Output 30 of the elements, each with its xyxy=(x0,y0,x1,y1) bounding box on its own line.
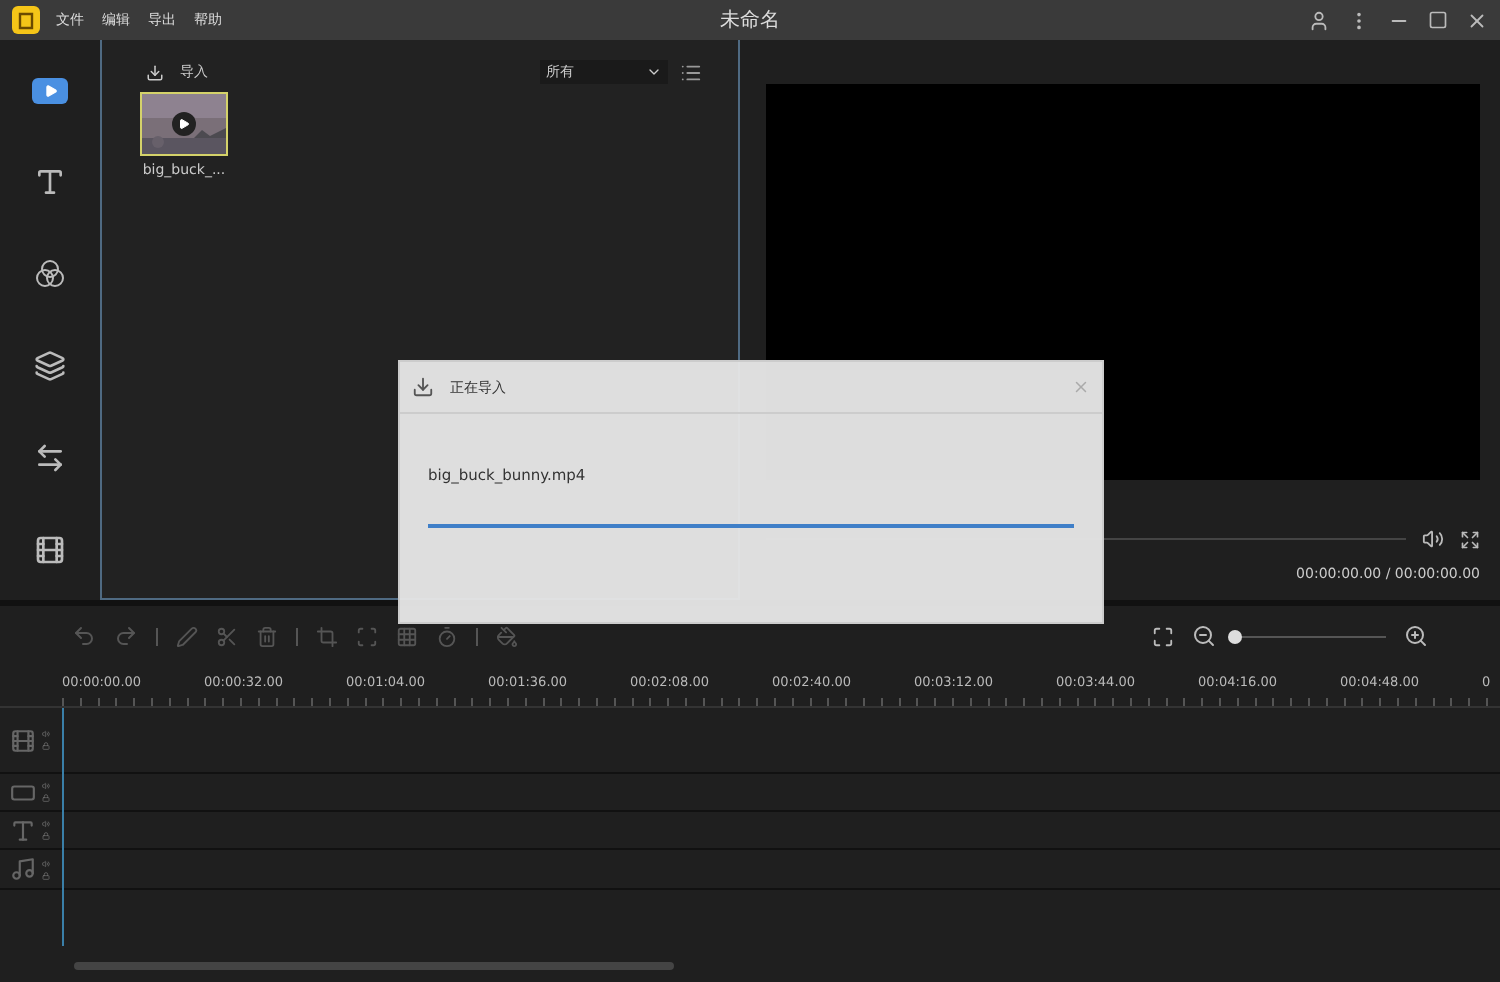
film-icon xyxy=(34,534,66,566)
media-thumbnail[interactable] xyxy=(140,92,228,156)
zoom-in-icon[interactable] xyxy=(1404,624,1428,648)
zoom-out-icon[interactable] xyxy=(1192,624,1216,648)
maximize-icon[interactable] xyxy=(1428,9,1448,29)
lock-icon[interactable] xyxy=(42,871,50,879)
window-title: 未命名 xyxy=(720,7,780,34)
app-logo xyxy=(12,6,40,34)
fit-icon[interactable] xyxy=(1152,625,1174,647)
lock-icon[interactable] xyxy=(42,832,50,840)
arrows-icon xyxy=(34,442,66,474)
layers-icon xyxy=(34,350,66,382)
chevron-icon xyxy=(646,64,662,80)
circles-icon xyxy=(34,258,66,290)
fullscreen-icon[interactable] xyxy=(1460,529,1480,549)
text-icon xyxy=(10,817,36,843)
play-icon xyxy=(32,77,68,103)
layer-icon xyxy=(10,779,36,805)
lock-icon[interactable] xyxy=(42,794,50,802)
volume-icon[interactable] xyxy=(1422,528,1444,550)
close-icon[interactable] xyxy=(1466,9,1488,31)
film-icon xyxy=(10,727,36,753)
music-icon xyxy=(10,856,36,882)
list-icon[interactable] xyxy=(680,61,702,83)
lock-icon[interactable] xyxy=(42,742,50,750)
text-icon xyxy=(34,166,66,198)
account-icon[interactable] xyxy=(1308,9,1330,31)
slider-thumb[interactable] xyxy=(1228,629,1242,643)
import-icon xyxy=(412,376,434,398)
import-icon xyxy=(146,63,164,81)
